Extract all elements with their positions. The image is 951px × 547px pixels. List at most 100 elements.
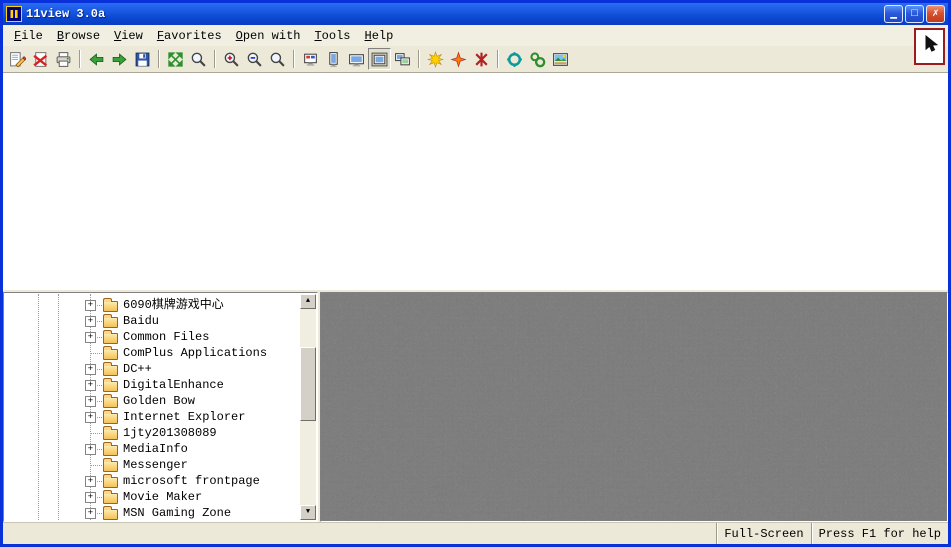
expand-toggle-icon[interactable]: + <box>85 300 96 311</box>
folder-icon <box>103 349 118 360</box>
pointer-cursor-icon <box>921 35 939 58</box>
expand-toggle-icon[interactable]: + <box>85 380 96 391</box>
thumbnail-panel[interactable] <box>320 292 948 522</box>
menu-item[interactable]: Help <box>357 27 400 45</box>
menu-item[interactable]: Tools <box>307 27 357 45</box>
tree-item[interactable]: Messenger <box>5 457 300 473</box>
folder-name[interactable]: microsoft frontpage <box>123 473 260 489</box>
tree-item[interactable]: + Movie Maker <box>5 489 300 505</box>
folder-name[interactable]: Internet Explorer <box>123 409 245 425</box>
image-viewer-area[interactable] <box>3 73 948 290</box>
tree-item[interactable]: + microsoft frontpage <box>5 473 300 489</box>
folder-name[interactable]: 1jty201308089 <box>123 425 217 441</box>
zoom-custom-button[interactable] <box>266 48 289 70</box>
display-properties-button[interactable] <box>299 48 322 70</box>
folder-name[interactable]: Messenger <box>123 457 188 473</box>
folder-icon <box>103 397 118 408</box>
status-bar: Full-Screen Press F1 for help <box>3 522 948 544</box>
tree-item[interactable]: 1jty201308089 <box>5 425 300 441</box>
tree-scrollbar[interactable]: ▲ ▼ <box>300 294 316 520</box>
expand-toggle-icon[interactable]: + <box>85 364 96 375</box>
display-wide-button[interactable] <box>345 48 368 70</box>
monitor-framed-icon <box>371 51 388 68</box>
minimize-button[interactable]: ▁ <box>884 5 903 23</box>
zoom-actual-button[interactable] <box>187 48 210 70</box>
menu-item[interactable]: View <box>107 27 150 45</box>
display-framed-button[interactable] <box>368 48 391 70</box>
tree-item[interactable]: + 6090棋牌游戏中心 <box>5 297 300 313</box>
tree-item[interactable]: + Golden Bow <box>5 393 300 409</box>
folder-icon <box>103 493 118 504</box>
folder-name[interactable]: MSN Gaming Zone <box>123 505 231 520</box>
tree-item[interactable]: + Common Files <box>5 329 300 345</box>
folder-name[interactable]: ComPlus Applications <box>123 345 267 361</box>
scroll-down-icon[interactable]: ▼ <box>300 505 316 520</box>
tree-item[interactable]: + Baidu <box>5 313 300 329</box>
folder-name[interactable]: Golden Bow <box>123 393 195 409</box>
settings-button[interactable] <box>503 48 526 70</box>
expand-toggle-icon[interactable]: + <box>85 444 96 455</box>
folder-name[interactable]: DC++ <box>123 361 152 377</box>
expand-toggle-icon[interactable]: + <box>85 492 96 503</box>
menu-item[interactable]: Open with <box>229 27 308 45</box>
edit-icon <box>9 51 26 68</box>
gear-wheel-icon <box>506 51 523 68</box>
batch-button[interactable] <box>526 48 549 70</box>
menu-item[interactable]: Favorites <box>150 27 229 45</box>
tree-item[interactable]: + MediaInfo <box>5 441 300 457</box>
edit-button[interactable] <box>6 48 29 70</box>
folder-name[interactable]: MediaInfo <box>123 441 188 457</box>
remove-effect-button[interactable] <box>470 48 493 70</box>
folder-name[interactable]: Movie Maker <box>123 489 202 505</box>
delete-button[interactable] <box>29 48 52 70</box>
zoom-custom-icon <box>269 51 286 68</box>
pointer-tool-button[interactable] <box>914 28 945 65</box>
magnifier-icon <box>190 51 207 68</box>
print-button[interactable] <box>52 48 75 70</box>
expand-toggle-icon[interactable]: + <box>85 316 96 327</box>
zoom-in-button[interactable] <box>220 48 243 70</box>
forward-arrow-icon <box>111 51 128 68</box>
brightness-button[interactable] <box>424 48 447 70</box>
title-bar: 11view 3.0a ▁ □ ✗ <box>3 3 948 25</box>
zoom-out-button[interactable] <box>243 48 266 70</box>
folder-name[interactable]: 6090棋牌游戏中心 <box>123 297 224 313</box>
folder-tree-panel: + 6090棋牌游戏中心 + Baidu + Common Files <box>3 292 318 522</box>
save-button[interactable] <box>131 48 154 70</box>
forward-button[interactable] <box>108 48 131 70</box>
back-button[interactable] <box>85 48 108 70</box>
tree-item[interactable]: + Internet Explorer <box>5 409 300 425</box>
expand-toggle-icon[interactable]: + <box>85 508 96 519</box>
sun-icon <box>427 51 444 68</box>
display-portrait-button[interactable] <box>322 48 345 70</box>
maximize-button[interactable]: □ <box>905 5 924 23</box>
status-panel-fullscreen: Full-Screen <box>716 523 810 544</box>
thumbnail-panel-texture <box>321 293 947 521</box>
expand-toggle-icon[interactable]: + <box>85 412 96 423</box>
tree-item[interactable]: + DigitalEnhance <box>5 377 300 393</box>
scrollbar-thumb[interactable] <box>300 347 316 421</box>
folder-name[interactable]: DigitalEnhance <box>123 377 224 393</box>
enhance-button[interactable] <box>447 48 470 70</box>
close-button[interactable]: ✗ <box>926 5 945 23</box>
menu-item[interactable]: File <box>7 27 50 45</box>
status-panel-main <box>3 523 716 544</box>
expand-toggle-icon[interactable]: + <box>85 476 96 487</box>
print-icon <box>55 51 72 68</box>
wallpaper-button[interactable] <box>549 48 572 70</box>
scroll-up-icon[interactable]: ▲ <box>300 294 316 309</box>
fit-window-button[interactable] <box>164 48 187 70</box>
tree-item[interactable]: ComPlus Applications <box>5 345 300 361</box>
folder-name[interactable]: Baidu <box>123 313 159 329</box>
folder-icon <box>103 429 118 440</box>
folder-name[interactable]: Common Files <box>123 329 209 345</box>
expand-toggle-icon[interactable]: + <box>85 396 96 407</box>
display-dual-button[interactable] <box>391 48 414 70</box>
tree-item[interactable]: + DC++ <box>5 361 300 377</box>
expand-toggle-icon[interactable]: + <box>85 332 96 343</box>
folder-icon <box>103 477 118 488</box>
tree-item[interactable]: + MSN Gaming Zone <box>5 505 300 520</box>
folder-icon <box>103 317 118 328</box>
zoom-out-icon <box>246 51 263 68</box>
menu-item[interactable]: Browse <box>50 27 107 45</box>
